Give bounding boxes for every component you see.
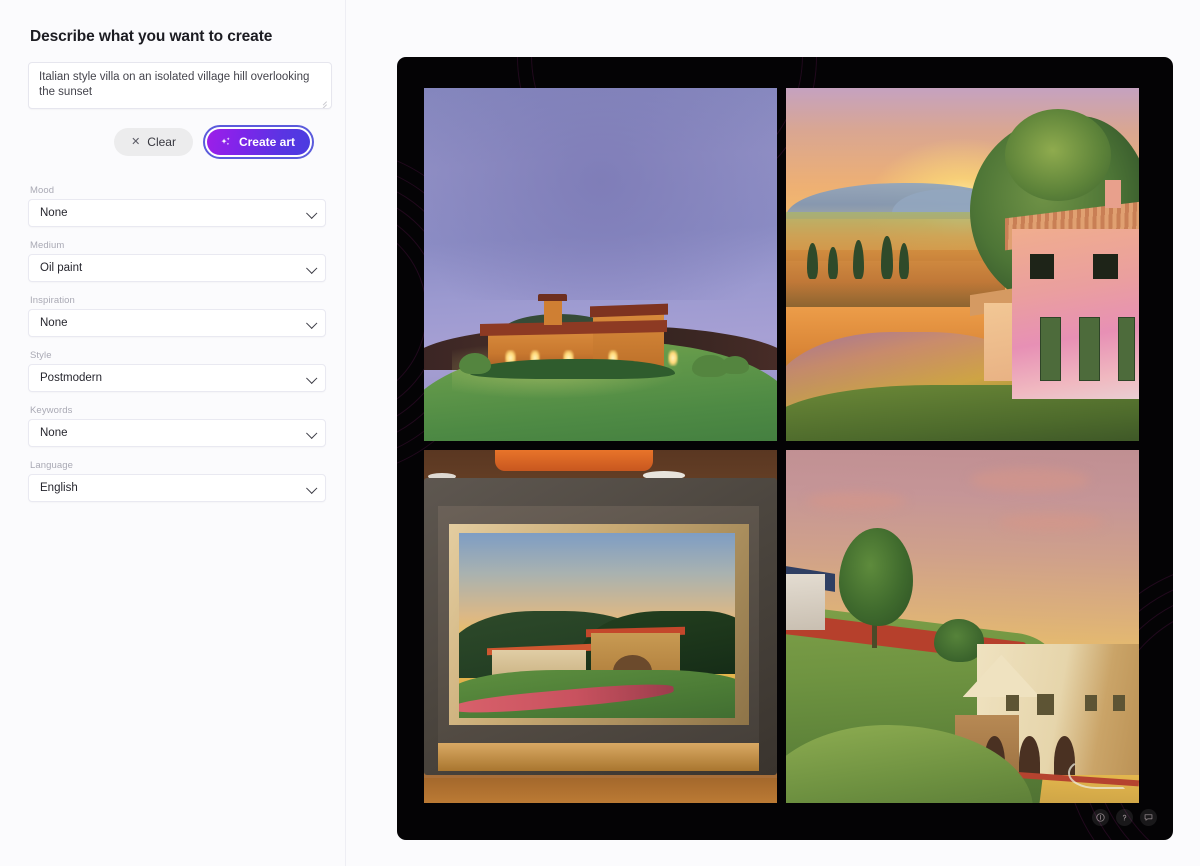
app-root: Describe what you want to create Italian… [0,0,1200,866]
create-art-focus-ring: Create art [202,125,314,159]
help-icon[interactable] [1116,809,1133,826]
results-area [346,0,1200,866]
field-style: Style Postmodern [28,350,327,392]
chevron-down-icon [306,427,318,439]
field-medium: Medium Oil paint [28,240,327,282]
field-label-inspiration: Inspiration [30,295,75,306]
field-keywords: Keywords None [28,405,327,447]
field-language: Language English [28,460,327,502]
clear-button[interactable]: ✕ Clear [114,128,193,156]
results-grid [424,88,1146,810]
chevron-down-icon [306,482,318,494]
prompt-input[interactable]: Italian style villa on an isolated villa… [28,62,332,109]
prompt-actions: ✕ Clear Create art [0,109,332,159]
info-icon[interactable] [1092,809,1109,826]
style-select-value: Postmodern [40,372,103,384]
create-art-label: Create art [238,135,295,149]
field-label-keywords: Keywords [30,405,73,416]
language-select[interactable]: English [28,474,326,502]
clear-button-label: Clear [147,135,176,149]
medium-select-value: Oil paint [40,262,83,274]
mood-select-value: None [40,207,68,219]
chevron-down-icon [306,372,318,384]
field-label-language: Language [30,460,74,471]
inspiration-select[interactable]: None [28,309,326,337]
field-inspiration: Inspiration None [28,295,327,337]
keywords-select-value: None [40,427,68,439]
field-mood: Mood None [28,185,327,227]
create-art-button[interactable]: Create art [206,129,310,155]
sparkles-icon [219,136,232,149]
chevron-down-icon [306,262,318,274]
field-label-mood: Mood [30,185,55,196]
result-image-4[interactable] [786,450,1139,803]
result-image-3[interactable] [424,450,777,803]
prompt-sidebar: Describe what you want to create Italian… [0,0,346,866]
medium-select[interactable]: Oil paint [28,254,326,282]
viewer-toolbar [1092,809,1157,826]
image-viewer [397,57,1173,840]
result-image-1[interactable] [424,88,777,441]
mood-select[interactable]: None [28,199,326,227]
language-select-value: English [40,482,78,494]
prompt-text: Italian style villa on an isolated villa… [39,71,310,98]
resize-grip-icon[interactable] [318,96,328,108]
chevron-down-icon [306,207,318,219]
page-title: Describe what you want to create [30,28,273,45]
keywords-select[interactable]: None [28,419,326,447]
field-label-style: Style [30,350,52,361]
feedback-icon[interactable] [1140,809,1157,826]
close-x-icon: ✕ [131,135,141,148]
chevron-down-icon [306,317,318,329]
result-image-2[interactable] [786,88,1139,441]
field-label-medium: Medium [30,240,65,251]
prompt-section: Italian style villa on an isolated villa… [0,46,345,109]
options-list: Mood None Medium Oil paint Inspiration N… [0,159,345,502]
style-select[interactable]: Postmodern [28,364,326,392]
inspiration-select-value: None [40,317,68,329]
